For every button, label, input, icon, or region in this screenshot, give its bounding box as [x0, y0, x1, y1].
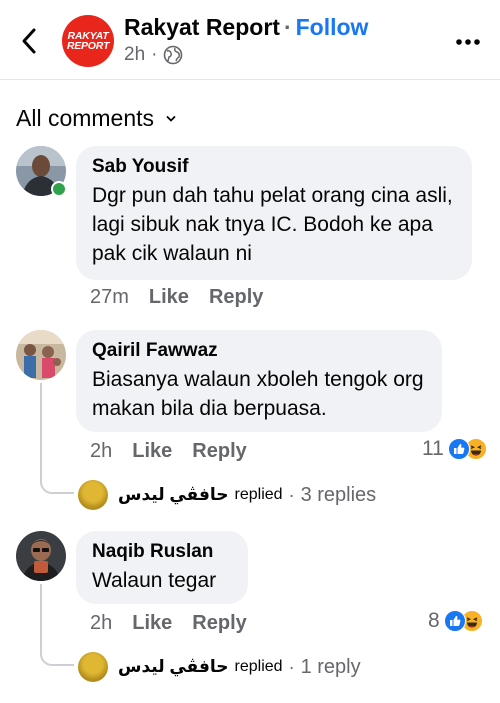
- comments-filter-label: All comments: [16, 105, 155, 131]
- reaction-count: 11: [422, 437, 444, 460]
- page-name[interactable]: Rakyat Report: [124, 14, 280, 40]
- post-meta: 2h ·: [124, 44, 183, 66]
- globe-icon: [164, 45, 183, 65]
- chevron-down-icon: [166, 115, 176, 122]
- comment-text: Walaun tegar: [92, 569, 217, 592]
- comment-actions: 2h Like Reply: [90, 612, 247, 635]
- replies-separator: ·: [288, 656, 295, 677]
- title-separator: ·: [283, 14, 292, 40]
- replied-label: replied: [234, 486, 283, 503]
- like-icon: [443, 610, 466, 632]
- replies-separator: ·: [288, 484, 295, 505]
- online-status-dot: [51, 181, 67, 197]
- comment-time[interactable]: 27m: [90, 286, 129, 309]
- comment-bubble[interactable]: Sab Yousif Dgr pun dah tahu pelat orang …: [76, 146, 472, 280]
- comment-time[interactable]: 2h: [90, 612, 112, 635]
- logo-text-line2: REPORT: [66, 40, 110, 52]
- like-icon: [447, 438, 470, 460]
- avatar[interactable]: [16, 531, 66, 581]
- comment-text: Biasanya walaun xboleh tengok org makan …: [92, 368, 424, 420]
- back-arrow-icon[interactable]: [18, 24, 42, 58]
- reply-button[interactable]: Reply: [192, 440, 246, 463]
- view-replies-link[interactable]: حافڤي ليدس replied · 3 replies: [78, 480, 376, 510]
- reaction-summary[interactable]: 8: [428, 609, 483, 633]
- comment-author[interactable]: Qairil Fawwaz: [92, 339, 426, 363]
- comment-bubble[interactable]: Naqib Ruslan Walaun tegar: [76, 531, 248, 604]
- post-time[interactable]: 2h: [124, 44, 145, 66]
- comment-actions: 2h Like Reply: [90, 440, 247, 463]
- comment-bubble[interactable]: Qairil Fawwaz Biasanya walaun xboleh ten…: [76, 330, 442, 432]
- comment-time[interactable]: 2h: [90, 440, 112, 463]
- reaction-count: 8: [428, 609, 440, 632]
- page-logo[interactable]: RAKYAT REPORT: [62, 15, 114, 67]
- comment-actions: 27m Like Reply: [90, 286, 263, 309]
- reaction-summary[interactable]: 11: [422, 437, 487, 461]
- reply-count: 3 replies: [300, 483, 377, 506]
- view-replies-link[interactable]: حافڤي ليدس replied · 1 reply: [78, 652, 361, 682]
- page-title-row: Rakyat Report · Follow: [124, 14, 368, 41]
- reply-thread-line: [40, 584, 74, 666]
- follow-button[interactable]: Follow: [296, 14, 369, 40]
- more-options-icon[interactable]: [455, 38, 481, 46]
- reply-thread-line: [40, 383, 74, 494]
- like-button[interactable]: Like: [132, 440, 172, 463]
- post-header: RAKYAT REPORT Rakyat Report · Follow 2h ·: [0, 0, 500, 80]
- comment-author[interactable]: Sab Yousif: [92, 155, 456, 179]
- replier-name: حافڤي ليدس: [118, 485, 229, 504]
- replied-label: replied: [234, 658, 283, 675]
- replier-avatar: [78, 480, 108, 510]
- comment-author[interactable]: Naqib Ruslan: [92, 540, 232, 564]
- reply-button[interactable]: Reply: [192, 612, 246, 635]
- like-button[interactable]: Like: [149, 286, 189, 309]
- replier-avatar: [78, 652, 108, 682]
- like-button[interactable]: Like: [132, 612, 172, 635]
- replier-name: حافڤي ليدس: [118, 657, 229, 676]
- comment-text: Dgr pun dah tahu pelat orang cina asli, …: [92, 184, 453, 265]
- meta-separator: ·: [151, 44, 158, 65]
- comments-filter-dropdown[interactable]: All comments: [16, 105, 176, 132]
- reply-button[interactable]: Reply: [209, 286, 263, 309]
- avatar[interactable]: [16, 330, 66, 380]
- reply-count: 1 reply: [300, 655, 361, 678]
